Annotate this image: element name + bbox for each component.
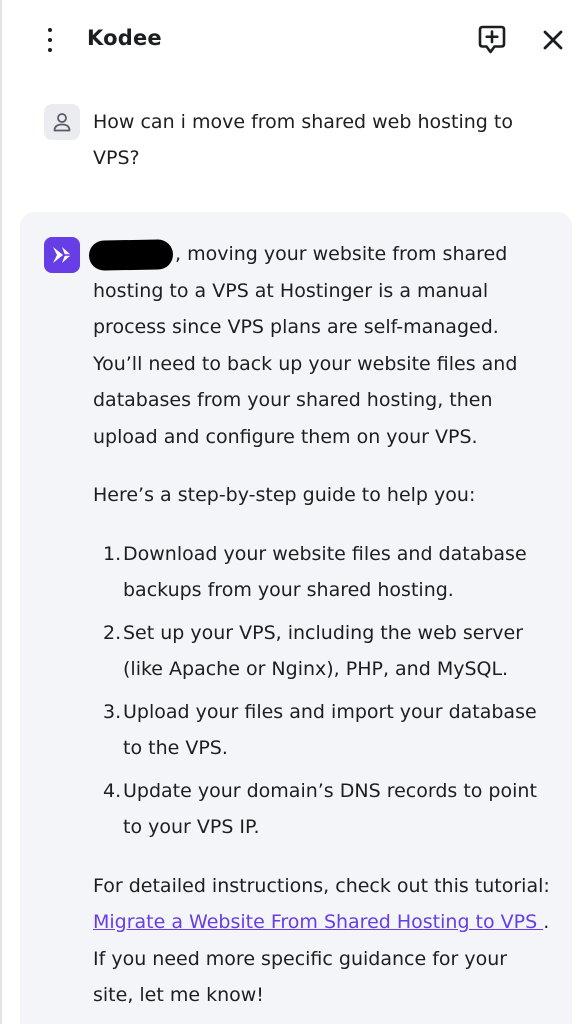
guide-intro: Here’s a step-by-step guide to help you:: [93, 484, 476, 506]
user-message-text: How can i move from shared web hosting t…: [93, 111, 513, 169]
chat-header: Kodee: [0, 0, 581, 80]
tutorial-link[interactable]: Migrate a Website From Shared Hosting to…: [93, 911, 543, 933]
list-item: 1. Download your website files and databa…: [103, 542, 527, 602]
close-icon[interactable]: [538, 25, 568, 55]
list-item: 4. Update your domain’s DNS records to po…: [103, 779, 537, 839]
hostinger-logo-icon: [53, 247, 71, 263]
assistant-message-content: , moving your website from shared hostin…: [93, 236, 553, 1024]
closing-text-before: For detailed instructions, check out thi…: [93, 874, 550, 897]
steps-list: 1. Download your website files and databa…: [93, 536, 553, 846]
list-item: 3. Upload your files and import your data…: [103, 700, 537, 760]
redacted-name: [88, 239, 174, 271]
user-avatar: [44, 104, 80, 140]
chat-title: Kodee: [87, 26, 162, 50]
new-chat-icon[interactable]: [474, 22, 510, 58]
user-icon: [53, 113, 71, 132]
assistant-avatar: [44, 237, 80, 273]
list-item: 2. Set up your VPS, including the web ser…: [103, 621, 524, 681]
panel-left-border: [0, 0, 2, 1024]
closing-paragraph: For detailed instructions, check out thi…: [93, 868, 553, 1014]
kebab-menu-icon[interactable]: [38, 24, 62, 56]
